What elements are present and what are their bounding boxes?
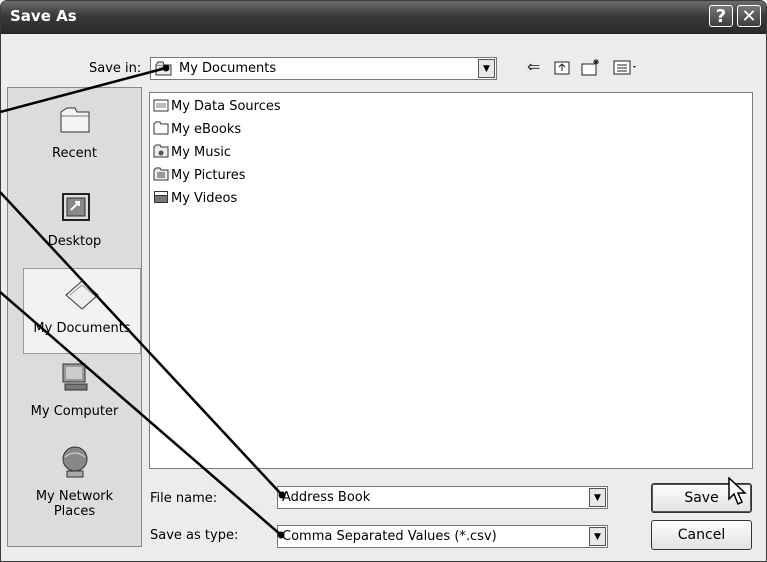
place-label: Desktop: [47, 234, 102, 249]
my-computer-icon: [62, 363, 87, 391]
cancel-button[interactable]: Cancel: [651, 520, 752, 550]
dialog-title: Save As: [10, 7, 77, 25]
save-as-type-dropdown[interactable]: Comma Separated Values (*.csv) ▼: [277, 525, 608, 548]
place-recent[interactable]: Recent: [8, 100, 141, 161]
views-menu-icon[interactable]: [613, 58, 641, 76]
help-button[interactable]: ?: [709, 5, 733, 27]
place-network[interactable]: My Network Places: [8, 443, 141, 519]
file-name-field[interactable]: Address Book ▼: [277, 486, 608, 509]
place-my-documents[interactable]: My Documents: [23, 268, 141, 354]
save-as-type-value: Comma Separated Values (*.csv): [282, 529, 497, 544]
place-my-computer[interactable]: My Computer: [8, 358, 141, 419]
new-folder-icon[interactable]: [581, 58, 601, 76]
save-as-type-label: Save as type:: [150, 528, 239, 543]
place-label: My Documents: [33, 321, 131, 336]
list-item[interactable]: My Data Sources: [153, 98, 281, 120]
file-name: My Videos: [171, 191, 238, 206]
list-item[interactable]: My Videos: [153, 190, 237, 212]
file-name-value[interactable]: Address Book: [282, 490, 370, 505]
list-item[interactable]: My Pictures: [153, 167, 246, 189]
places-bar: Recent Desktop My Documents My Computer …: [7, 87, 142, 547]
pictures-folder-icon: [153, 167, 169, 181]
list-item[interactable]: My eBooks: [153, 121, 241, 143]
videos-folder-icon: [154, 191, 168, 203]
save-as-dialog: Save As ? ✕ Save in: My Documents ▼ ⇐ Re…: [0, 0, 767, 562]
recent-folder-icon: [60, 107, 89, 133]
place-label: Recent: [52, 146, 97, 161]
title-bar: Save As ? ✕: [1, 1, 766, 34]
mouse-pointer-icon: [728, 477, 747, 506]
my-documents-icon: [65, 280, 99, 310]
file-name: My Pictures: [171, 168, 246, 183]
save-as-type-dropdown-arrow[interactable]: ▼: [589, 527, 606, 546]
save-in-label: Save in:: [89, 61, 142, 76]
file-name-dropdown-arrow[interactable]: ▼: [589, 488, 606, 507]
file-name-label: File name:: [150, 491, 218, 506]
file-name: My Music: [171, 145, 232, 160]
data-sources-icon: [153, 99, 169, 112]
save-in-dropdown[interactable]: My Documents ▼: [150, 57, 497, 80]
back-arrow-icon[interactable]: ⇐: [527, 58, 540, 76]
place-label: My Network Places: [35, 489, 114, 519]
file-list[interactable]: My Data Sources My eBooks My Music My Pi…: [149, 92, 753, 469]
save-in-value: My Documents: [179, 61, 277, 76]
network-places-icon: [62, 446, 87, 478]
place-desktop[interactable]: Desktop: [8, 188, 141, 249]
list-item[interactable]: My Music: [153, 144, 231, 166]
file-name: My Data Sources: [171, 99, 281, 114]
close-button[interactable]: ✕: [737, 5, 761, 27]
save-in-dropdown-arrow[interactable]: ▼: [478, 59, 495, 78]
place-label: My Computer: [30, 404, 119, 419]
music-folder-icon: [153, 144, 169, 158]
folder-icon: [153, 121, 169, 135]
my-documents-small-icon: [155, 61, 172, 76]
file-name: My eBooks: [171, 122, 242, 137]
desktop-icon: [61, 193, 90, 221]
up-one-level-icon[interactable]: [553, 58, 571, 76]
